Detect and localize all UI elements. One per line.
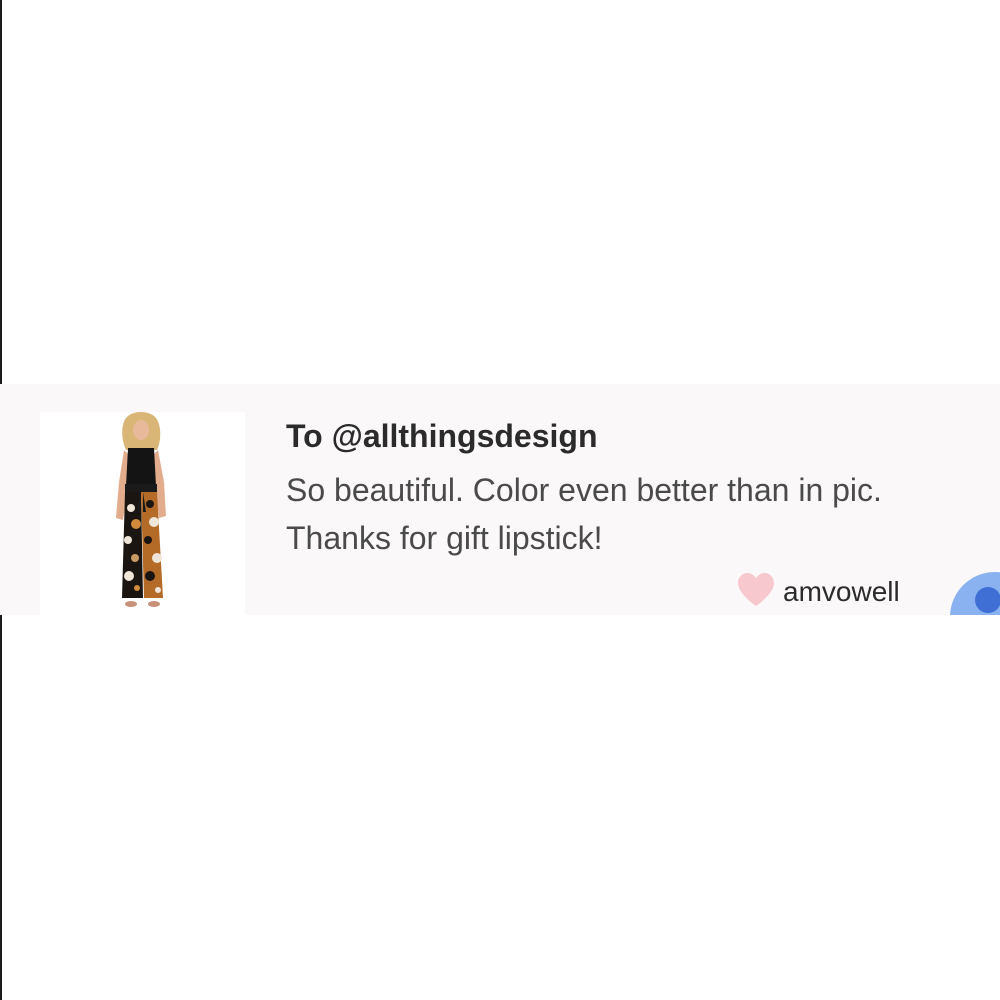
author-username[interactable]: amvowell	[783, 574, 900, 610]
screen: To @allthingsdesign So beautiful. Color …	[0, 0, 1000, 1000]
review-message: So beautiful. Color even better than in …	[286, 466, 1000, 562]
avatar[interactable]	[950, 572, 1000, 615]
review-card[interactable]: To @allthingsdesign So beautiful. Color …	[0, 384, 1000, 615]
review-message-line-1: So beautiful. Color even better than in …	[286, 472, 882, 508]
product-thumbnail[interactable]	[40, 412, 245, 615]
review-message-line-2: Thanks for gift lipstick!	[286, 520, 603, 556]
floral-jumpsuit-photo	[116, 412, 166, 607]
avatar-status-dot	[975, 587, 1000, 613]
heart-icon[interactable]	[736, 572, 776, 608]
review-recipient[interactable]: To @allthingsdesign	[286, 416, 598, 456]
